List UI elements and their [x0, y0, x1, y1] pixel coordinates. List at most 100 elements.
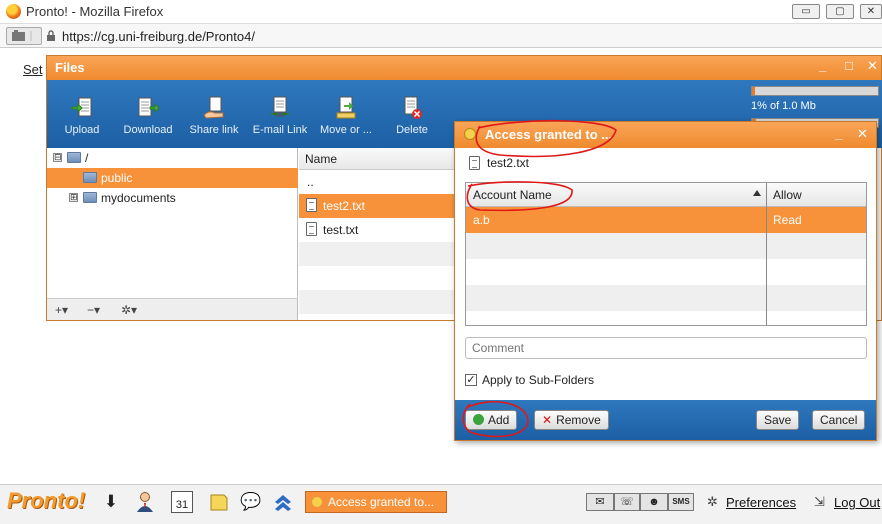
access-dialog-header[interactable]: Access granted to ... _ ✕ — [455, 122, 876, 148]
tree-item-label: public — [101, 171, 133, 185]
tree-item-label: mydocuments — [101, 191, 176, 205]
files-window-title: Files — [55, 60, 85, 75]
file-name: test.txt — [323, 223, 359, 237]
share-link-icon — [203, 96, 224, 119]
expand-icon[interactable]: ⊞ — [69, 193, 78, 202]
taskbar: Pronto! ⬇ 31 💬 Access granted to... ✉ ☏ … — [0, 484, 882, 524]
download-button[interactable]: Download — [115, 96, 181, 136]
folder-icon — [83, 192, 97, 203]
dialog-file-name: test2.txt — [487, 156, 530, 170]
comment-input[interactable] — [465, 337, 867, 359]
file-name: .. — [307, 175, 314, 189]
contact-icon[interactable]: ☻ — [640, 493, 668, 511]
file-list: Name .. test2.txt test.txt — [299, 148, 459, 320]
url-bar: https://cg.uni-freiburg.de/Pronto4/ — [0, 24, 882, 48]
folder-icon — [83, 172, 97, 183]
access-row-empty — [466, 233, 866, 259]
file-row-parent[interactable]: .. — [299, 170, 459, 194]
tree-settings-menu-button[interactable]: ✲▾ — [121, 303, 137, 317]
calendar-icon[interactable]: 31 — [171, 491, 193, 513]
cancel-button[interactable]: Cancel — [812, 410, 866, 430]
move-button[interactable]: Move or ... — [313, 96, 379, 136]
column-header-account-name[interactable]: Account Name — [473, 188, 552, 202]
upload-button[interactable]: Upload — [49, 96, 115, 136]
close-window-button[interactable]: ✕ — [860, 4, 882, 19]
add-folder-menu-button[interactable]: +▾ — [55, 303, 68, 317]
quota-text: 1% of 1.0 Mb — [751, 100, 816, 112]
access-grid: Account Name Allow a.b Read — [465, 182, 867, 326]
logout-link[interactable]: Log Out — [834, 495, 880, 510]
download-manager-icon[interactable]: ⬇ — [100, 491, 122, 513]
delete-label: Delete — [396, 124, 428, 136]
files-window-header[interactable]: Files _ □ ✕ — [47, 56, 881, 80]
file-row-test[interactable]: test.txt — [299, 218, 459, 242]
page-identity-button[interactable] — [6, 27, 42, 45]
mail-icon[interactable]: ✉ — [586, 493, 614, 511]
quota-progress-bar — [751, 86, 879, 96]
text-file-icon — [469, 156, 480, 170]
files-maximize-button[interactable]: □ — [845, 58, 853, 73]
add-icon — [473, 414, 484, 425]
key-icon — [464, 128, 476, 140]
chevrons-up-icon[interactable] — [272, 491, 294, 513]
file-list-header-name[interactable]: Name — [299, 148, 459, 170]
tab-icon — [12, 30, 32, 41]
minimize-window-button[interactable]: ▭ — [792, 4, 820, 19]
email-link-label: E-mail Link — [252, 124, 308, 136]
access-dialog-title: Access granted to ... — [485, 127, 613, 142]
email-link-button[interactable]: E-mail Link — [247, 96, 313, 136]
download-label: Download — [123, 124, 173, 136]
maximize-window-button[interactable]: ▢ — [826, 4, 854, 19]
folder-tree: ⊟ / public ⊞ mydocuments — [47, 148, 298, 298]
column-header-allow[interactable]: Allow — [773, 188, 802, 202]
tree-item-root[interactable]: ⊟ / — [47, 148, 298, 168]
move-label: Move or ... — [320, 124, 372, 136]
text-file-icon — [306, 198, 317, 212]
file-name: test2.txt — [323, 199, 366, 213]
collapse-icon[interactable]: ⊟ — [53, 153, 62, 162]
move-icon — [336, 96, 356, 119]
folder-icon — [67, 152, 81, 163]
notes-icon[interactable] — [208, 491, 230, 513]
delete-button[interactable]: Delete — [379, 96, 445, 136]
add-button-label: Add — [488, 413, 510, 427]
phone-icon[interactable]: ☏ — [614, 493, 640, 511]
dialog-close-button[interactable]: ✕ — [857, 126, 868, 142]
firefox-logo-icon — [6, 4, 21, 19]
remove-folder-menu-button[interactable]: −▾ — [87, 303, 100, 317]
pronto-logo[interactable]: Pronto! — [7, 488, 85, 514]
url-text[interactable]: https://cg.uni-freiburg.de/Pronto4/ — [62, 29, 255, 44]
chat-icon[interactable]: 💬 — [240, 491, 262, 513]
tree-item-mydocuments[interactable]: ⊞ mydocuments — [47, 188, 298, 208]
preferences-link[interactable]: Preferences — [726, 495, 796, 510]
sms-icon[interactable]: SMS — [668, 493, 694, 511]
taskbar-task-access-dialog[interactable]: Access granted to... — [305, 491, 447, 513]
apply-subfolders-checkbox[interactable]: ✓ — [465, 374, 477, 386]
quota-progress-fill — [752, 87, 755, 95]
remove-button[interactable]: ✕ Remove — [534, 410, 609, 430]
dialog-minimize-button[interactable]: _ — [835, 126, 842, 141]
window-title: Pronto! - Mozilla Firefox — [26, 4, 164, 19]
column-divider — [766, 183, 767, 325]
taskbar-task-label: Access granted to... — [328, 495, 435, 509]
upload-label: Upload — [64, 124, 100, 136]
save-button[interactable]: Save — [756, 410, 800, 430]
add-button[interactable]: Add — [465, 410, 518, 430]
user-icon[interactable] — [134, 491, 156, 513]
page-link[interactable]: Set — [23, 62, 43, 77]
tree-footer: +▾ −▾ ✲▾ — [47, 298, 298, 320]
access-grid-header: Account Name Allow — [466, 183, 866, 207]
files-close-button[interactable]: ✕ — [867, 58, 878, 74]
access-row[interactable]: a.b Read — [466, 207, 866, 233]
file-row-test2[interactable]: test2.txt — [299, 194, 459, 218]
access-dialog: Access granted to ... _ ✕ test2.txt Acco… — [454, 121, 877, 441]
delete-icon — [404, 96, 422, 119]
tree-item-public[interactable]: public — [47, 168, 298, 188]
email-link-icon — [271, 96, 289, 117]
remove-button-label: Remove — [556, 413, 601, 427]
logout-icon: ⇲ — [814, 494, 825, 509]
files-minimize-button[interactable]: _ — [819, 58, 826, 73]
share-link-button[interactable]: Share link — [181, 96, 247, 136]
access-allow-cell[interactable]: Read — [773, 213, 802, 227]
calendar-day: 31 — [175, 499, 189, 511]
